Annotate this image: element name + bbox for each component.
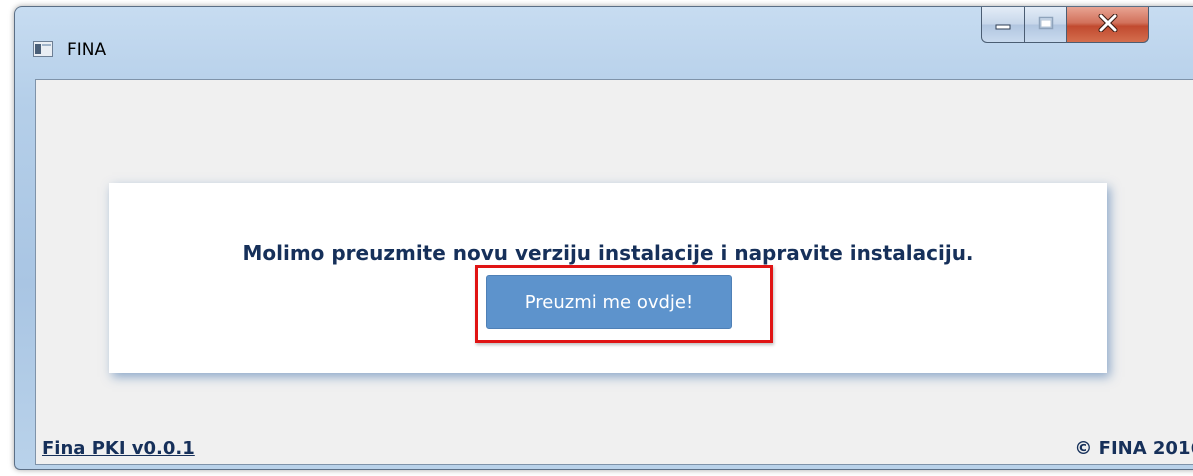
maximize-icon — [1038, 15, 1054, 34]
window-controls — [981, 7, 1149, 43]
update-message: Molimo preuzmite novu verziju instalacij… — [242, 241, 974, 265]
close-button[interactable] — [1067, 7, 1149, 43]
minimize-icon — [995, 15, 1011, 34]
window-content: Molimo preuzmite novu verziju instalacij… — [35, 79, 1193, 465]
minimize-button[interactable] — [981, 7, 1025, 43]
update-notice-card: Molimo preuzmite novu verziju instalacij… — [109, 183, 1107, 373]
maximize-button[interactable] — [1025, 7, 1067, 43]
app-window: FINA Molimo preuzmite novu verziju insta… — [14, 6, 1193, 470]
window-title: FINA — [67, 40, 107, 60]
copyright-text: © FINA 2016 — [1074, 438, 1193, 459]
close-icon — [1097, 13, 1119, 36]
download-button[interactable]: Preuzmi me ovdje! — [486, 275, 732, 329]
app-window-icon[interactable] — [33, 41, 53, 57]
title-bar[interactable]: FINA — [15, 7, 1193, 81]
version-link[interactable]: Fina PKI v0.0.1 — [42, 438, 195, 459]
